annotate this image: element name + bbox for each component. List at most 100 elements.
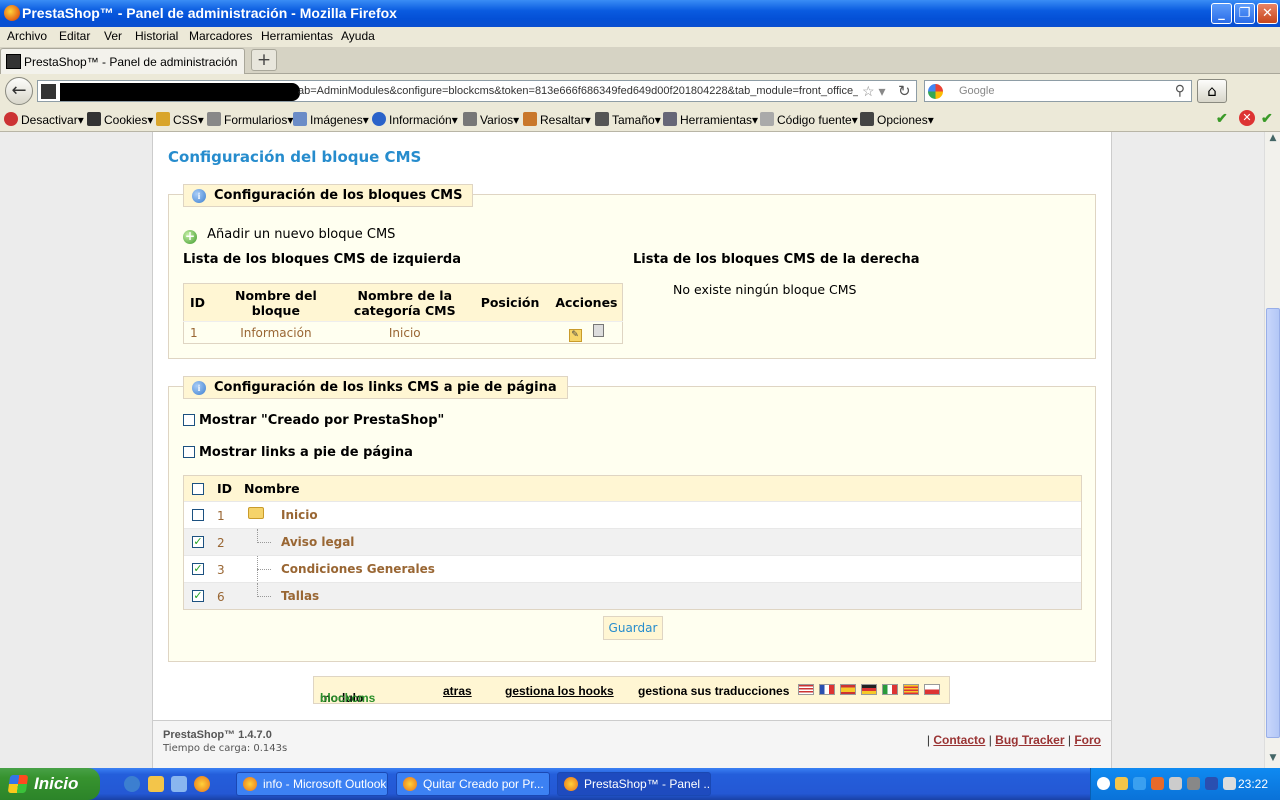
- taskbar-item-outlook[interactable]: info - Microsoft Outlook: [236, 772, 388, 796]
- devbar-informacion[interactable]: Información▾: [372, 112, 458, 127]
- tray-icon-3[interactable]: [1151, 777, 1164, 790]
- site-identity-icon[interactable]: [41, 84, 56, 99]
- flag-ca-icon[interactable]: [903, 684, 919, 695]
- devbar-opciones[interactable]: Opciones▾: [860, 112, 934, 127]
- tree-row-name[interactable]: Aviso legal: [281, 535, 354, 549]
- flag-it-icon[interactable]: [882, 684, 898, 695]
- valid-check-icon[interactable]: ✔: [1216, 110, 1228, 127]
- taskbar-item-firefox-1[interactable]: Quitar Creado por Pr...: [396, 772, 550, 796]
- back-link[interactable]: atras: [443, 684, 472, 698]
- reload-icon[interactable]: ↻: [898, 82, 911, 100]
- tray-network-icon[interactable]: [1187, 777, 1200, 790]
- contact-link[interactable]: Contacto: [933, 733, 985, 747]
- tree-row[interactable]: ✓ 6 Tallas: [184, 582, 1081, 609]
- start-button[interactable]: Inicio: [0, 768, 100, 800]
- google-icon[interactable]: [928, 84, 943, 99]
- add-cms-block-link[interactable]: + Añadir un nuevo bloque CMS: [183, 227, 395, 244]
- scroll-down-arrow-icon[interactable]: ▼: [1266, 753, 1280, 767]
- menu-ver[interactable]: Ver: [104, 29, 122, 43]
- tree-row[interactable]: ✓ 2 Aviso legal: [184, 528, 1081, 555]
- bookmark-star-icon[interactable]: ☆ ▾: [862, 83, 885, 100]
- devbar-desactivar[interactable]: Desactivar▾: [4, 112, 84, 127]
- close-button[interactable]: ✕: [1257, 3, 1278, 24]
- flag-de-icon[interactable]: [861, 684, 877, 695]
- outlook-quicklaunch-icon[interactable]: [148, 776, 164, 792]
- devbar-css[interactable]: CSS▾: [156, 112, 204, 127]
- row-checkbox[interactable]: [192, 509, 204, 521]
- delete-icon[interactable]: [593, 323, 605, 337]
- new-tab-button[interactable]: +: [251, 49, 277, 71]
- menu-historial[interactable]: Historial: [135, 29, 178, 43]
- window-title: PrestaShop™ - Panel de administración - …: [22, 5, 397, 21]
- select-all-checkbox[interactable]: [192, 483, 204, 495]
- row-checkbox[interactable]: ✓: [192, 563, 204, 575]
- ie-quicklaunch-icon[interactable]: [124, 776, 140, 792]
- back-button[interactable]: ←: [5, 77, 33, 105]
- show-powered-by-option[interactable]: Mostrar "Creado por PrestaShop": [183, 413, 444, 428]
- flag-es-icon[interactable]: [840, 684, 856, 695]
- tray-icon-2[interactable]: [1133, 777, 1146, 790]
- forum-link[interactable]: Foro: [1074, 733, 1101, 747]
- navigation-bar: ← ab=AdminModules&configure=blockcms&tok…: [0, 74, 1280, 107]
- menu-herramientas[interactable]: Herramientas: [261, 29, 333, 43]
- tray-icon-5[interactable]: [1205, 777, 1218, 790]
- col-id: ID: [183, 283, 212, 322]
- source-icon: [760, 112, 774, 126]
- scrollbar-thumb[interactable]: [1266, 308, 1280, 738]
- vertical-scrollbar[interactable]: ▲ ▼: [1264, 132, 1280, 768]
- cms-blocks-fieldset: i Configuración de los bloques CMS + Aña…: [168, 184, 1096, 359]
- row-checkbox[interactable]: ✓: [192, 590, 204, 602]
- menu-ayuda[interactable]: Ayuda: [341, 29, 375, 43]
- row-checkbox[interactable]: ✓: [192, 536, 204, 548]
- maximize-button[interactable]: ❐: [1234, 3, 1255, 24]
- search-icon[interactable]: ⚲: [1175, 82, 1185, 99]
- tree-line: [257, 569, 271, 570]
- flag-fr-icon[interactable]: [819, 684, 835, 695]
- devbar-codigo-fuente[interactable]: Código fuente▾: [760, 112, 858, 127]
- valid-check-icon-2[interactable]: ✔: [1261, 110, 1273, 127]
- flag-en-icon[interactable]: [798, 684, 814, 695]
- menu-editar[interactable]: Editar: [59, 29, 90, 43]
- tree-row-name[interactable]: Condiciones Generales: [281, 562, 435, 576]
- devbar-imagenes[interactable]: Imágenes▾: [293, 112, 369, 127]
- tab-prestashop[interactable]: PrestaShop™ - Panel de administración: [0, 48, 245, 74]
- edit-icon[interactable]: ✎: [568, 328, 582, 342]
- clock[interactable]: 23:22: [1238, 777, 1268, 791]
- menu-archivo[interactable]: Archivo: [7, 29, 47, 43]
- tree-row-name[interactable]: Inicio: [281, 508, 318, 522]
- tree-row[interactable]: 1 Inicio: [184, 501, 1081, 528]
- cms-blocks-legend: i Configuración de los bloques CMS: [183, 184, 474, 207]
- tray-icon-4[interactable]: [1169, 777, 1182, 790]
- bug-tracker-link[interactable]: Bug Tracker: [995, 733, 1064, 747]
- flag-gl-icon[interactable]: [924, 684, 940, 695]
- devbar-herramientas[interactable]: Herramientas▾: [663, 112, 758, 127]
- devbar-cookies[interactable]: Cookies▾: [87, 112, 153, 127]
- tree-row-name[interactable]: Tallas: [281, 589, 319, 603]
- save-button[interactable]: Guardar: [603, 616, 663, 640]
- minimize-button[interactable]: _: [1211, 3, 1232, 24]
- search-bar[interactable]: Google ⚲: [924, 80, 1192, 102]
- scroll-up-arrow-icon[interactable]: ▲: [1266, 133, 1280, 147]
- devbar-varios[interactable]: Varios▾: [463, 112, 519, 127]
- cookie-user-icon: [87, 112, 101, 126]
- desktop-quicklaunch-icon[interactable]: [171, 776, 187, 792]
- tray-icon-1[interactable]: [1115, 777, 1128, 790]
- window-titlebar[interactable]: PrestaShop™ - Panel de administración - …: [0, 0, 1280, 27]
- devbar-formularios[interactable]: Formularios▾: [207, 112, 293, 127]
- devbar-tamano[interactable]: Tamaño▾: [595, 112, 661, 127]
- folder-icon: [248, 507, 264, 519]
- devbar-resaltar[interactable]: Resaltar▾: [523, 112, 591, 127]
- tree-row[interactable]: ✓ 3 Condiciones Generales: [184, 555, 1081, 583]
- tray-expand-icon[interactable]: [1097, 777, 1110, 790]
- manage-hooks-link[interactable]: gestiona los hooks: [505, 684, 614, 698]
- menu-marcadores[interactable]: Marcadores: [189, 29, 252, 43]
- home-button[interactable]: ⌂: [1197, 79, 1227, 103]
- show-footer-links-checkbox[interactable]: [183, 446, 195, 458]
- show-powered-by-checkbox[interactable]: [183, 414, 195, 426]
- show-footer-links-option[interactable]: Mostrar links a pie de página: [183, 445, 413, 460]
- tray-volume-icon[interactable]: [1223, 777, 1236, 790]
- taskbar-item-firefox-2[interactable]: PrestaShop™ - Panel ...: [557, 772, 711, 796]
- firefox-quicklaunch-icon[interactable]: [194, 776, 210, 792]
- url-bar[interactable]: ab=AdminModules&configure=blockcms&token…: [37, 80, 917, 102]
- error-icon[interactable]: ✕: [1239, 110, 1255, 126]
